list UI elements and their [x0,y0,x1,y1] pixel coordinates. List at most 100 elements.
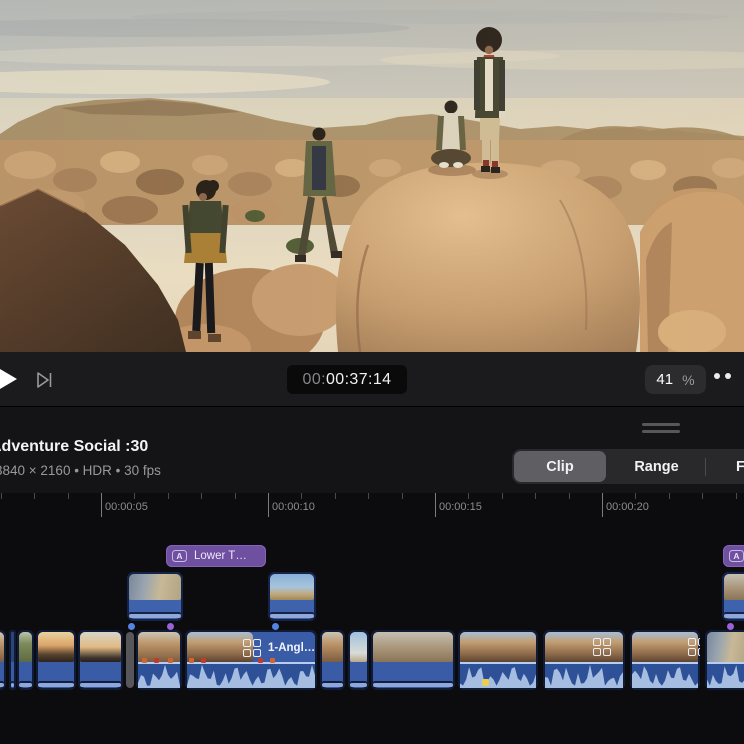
clip-thumbnail [460,632,536,662]
connected-clip[interactable] [268,572,316,621]
timecode-display[interactable]: 00:00:37:14 [287,365,407,394]
clip-marker [154,658,159,663]
clip-marker [168,658,173,663]
clip-audio-stripe [373,683,453,687]
ruler-tick [68,493,69,499]
clip-audio-stripe [724,614,744,618]
clip-thumbnail [350,632,367,662]
ruler-tick [635,493,636,499]
clip-thumbnail [11,632,14,662]
clip-thumbnail [38,632,74,662]
ruler-tick [736,493,737,499]
clip-audio-stripe [80,683,121,687]
storyline-clip[interactable] [543,630,625,690]
ruler-tick [402,493,403,499]
grid-multicam-icon [688,638,700,656]
storyline-clip[interactable] [705,630,744,690]
storyline-clip[interactable] [0,630,6,690]
storyline-clip[interactable] [348,630,369,690]
segment-partial[interactable]: F [708,451,744,482]
clip-audio-stripe [129,614,181,618]
ruler-tick-label: 00:00:05 [105,501,148,513]
segment-clip[interactable]: Clip [514,451,606,482]
connection-dot [727,623,734,630]
connected-clip[interactable] [722,572,744,621]
storyline-clip[interactable] [458,630,538,690]
connection-dot [167,623,174,630]
segment-divider [705,458,706,476]
connected-clip[interactable] [127,572,183,621]
title-A-icon: A [729,550,744,562]
zoom-value: 41 [656,371,673,388]
clip-marker-pin [482,679,489,686]
timeline-ruler[interactable]: 00:00:05 00:00:10 00:00:15 00:00:20 [0,493,744,523]
ruler-tick-label: 00:00:15 [439,501,482,513]
clip-thumbnail [19,632,32,662]
grid-multicam-icon [593,638,611,656]
clip-audio-stripe [322,683,343,687]
ruler-tick [368,493,369,499]
ruler-tick: 00:00:05 [101,493,102,517]
ruler-tick [1,493,2,499]
clip-audio-waveform [187,662,315,688]
clip-thumbnail [322,632,343,662]
desert-scene-image [0,0,744,352]
ruler-tick [134,493,135,499]
clip-audio-stripe [270,614,314,618]
skip-end-button[interactable] [33,368,57,392]
storyline-clip[interactable] [630,630,700,690]
more-icon [714,373,720,379]
ruler-tick [569,493,570,499]
clip-label: 1-Angl… [268,642,315,654]
clip-audio-waveform [138,662,180,688]
clip-tag-row: 1-Angl… [243,639,315,657]
clip-thumbnail [373,632,453,662]
ruler-tick [335,493,336,499]
clip-audio-waveform [632,662,698,688]
storyline-clip[interactable] [78,630,123,690]
title-clip[interactable]: A [723,545,744,567]
segment-range[interactable]: Range [610,451,703,482]
gap-clip[interactable] [126,632,134,688]
clip-audio-stripe [0,683,4,687]
drag-handle[interactable] [642,423,680,435]
zoom-level-button[interactable]: 41 % [645,365,706,394]
ruler-tick [702,493,703,499]
zoom-unit: % [682,372,694,388]
ruler-tick: 00:00:15 [435,493,436,517]
connection-dot [272,623,279,630]
viewer-preview[interactable] [0,0,744,352]
clip-marker [189,658,194,663]
more-options-button[interactable] [714,373,731,379]
storyline-clip[interactable] [320,630,345,690]
storyline-clip[interactable] [9,630,16,690]
play-icon[interactable] [0,362,17,396]
storyline-clip[interactable] [371,630,455,690]
clip-thumbnail [129,574,181,600]
clip-thumbnail [80,632,121,662]
storyline-clip[interactable]: 1-Angl… [185,630,317,690]
project-title: Adventure Social :30 [0,438,148,456]
transport-bar: 00:00:37:14 41 % [0,352,744,407]
ruler-tick [201,493,202,499]
storyline-clip[interactable] [136,630,182,690]
title-clip[interactable]: A Lower T… [166,545,266,567]
ruler-tick: 00:00:10 [268,493,269,517]
skip-end-icon [33,368,57,392]
clip-marker [270,658,275,663]
storyline-clip[interactable] [17,630,34,690]
title-A-icon: A [172,550,187,562]
more-icon [725,373,731,379]
clip-marker [142,658,147,663]
ruler-tick [235,493,236,499]
clip-audio-stripe [38,683,74,687]
ruler-tick [502,493,503,499]
ruler-tick [168,493,169,499]
clip-marker [258,658,263,663]
storyline-clip[interactable] [36,630,76,690]
project-meta: 3840 × 2160 • HDR • 30 fps [0,463,161,478]
title-clip-label: Lower T… [194,550,247,562]
clip-audio-stripe [19,683,32,687]
clip-thumbnail [545,632,623,662]
ruler-tick-label: 00:00:20 [606,501,649,513]
